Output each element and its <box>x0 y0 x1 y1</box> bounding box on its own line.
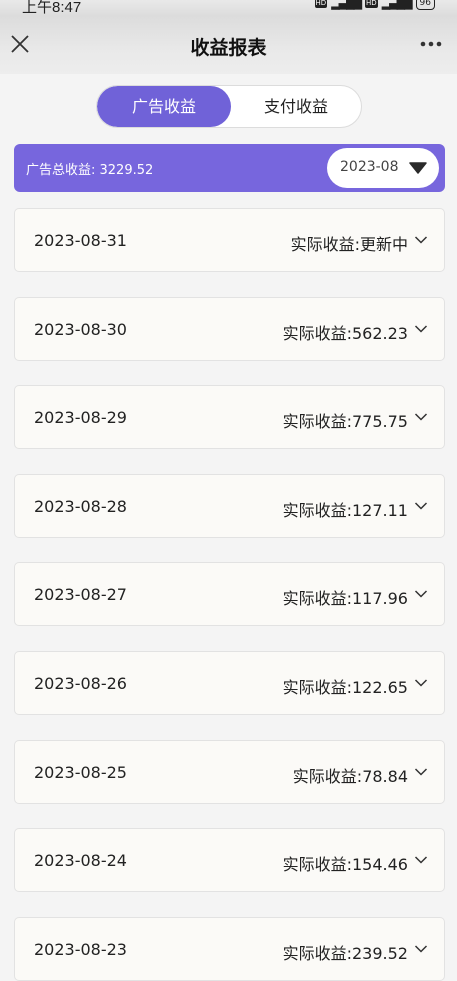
chevron-down-icon <box>414 945 428 953</box>
hd-icon: HD <box>314 0 328 8</box>
chevron-down-icon <box>414 413 428 421</box>
month-value: 2023-08 <box>340 159 399 175</box>
row-date: 2023-08-27 <box>34 585 127 604</box>
header: 收益报表 <box>0 16 457 74</box>
battery-icon: 96 <box>415 0 435 10</box>
chevron-down-icon <box>414 679 428 687</box>
row-income: 实际收益:117.96 <box>282 589 408 608</box>
row-date: 2023-08-25 <box>34 763 127 782</box>
status-bar: 上午8:47 HD ▂▄▆█ HD ▂▄▆█ 96 <box>0 0 457 16</box>
row-date: 2023-08-24 <box>34 851 127 870</box>
row-income: 实际收益:775.75 <box>282 412 408 431</box>
summary-bar: 广告总收益: 3229.52 2023-08 <box>14 144 445 192</box>
list-item[interactable]: 2023-08-25 实际收益:78.84 <box>14 740 445 804</box>
row-income: 实际收益:239.52 <box>282 944 408 963</box>
page-title: 收益报表 <box>190 37 267 59</box>
list-item[interactable]: 2023-08-24 实际收益:154.46 <box>14 828 445 892</box>
tab-ad-income[interactable]: 广告收益 <box>97 86 231 127</box>
row-income: 实际收益:562.23 <box>282 324 408 343</box>
status-icons: HD ▂▄▆█ HD ▂▄▆█ 96 <box>314 0 435 10</box>
list-item[interactable]: 2023-08-27 实际收益:117.96 <box>14 562 445 626</box>
tab-payment-income[interactable]: 支付收益 <box>231 86 361 127</box>
more-icon[interactable] <box>419 34 443 54</box>
list-item[interactable]: 2023-08-30 实际收益:562.23 <box>14 297 445 361</box>
list-item[interactable]: 2023-08-23 实际收益:239.52 <box>14 917 445 981</box>
row-date: 2023-08-28 <box>34 497 127 516</box>
signal-icon: ▂▄▆█ <box>331 0 362 10</box>
chevron-down-icon <box>414 325 428 333</box>
list-item[interactable]: 2023-08-26 实际收益:122.65 <box>14 651 445 715</box>
row-date: 2023-08-26 <box>34 674 127 693</box>
list-item[interactable]: 2023-08-28 实际收益:127.11 <box>14 474 445 538</box>
month-select[interactable]: 2023-08 <box>327 148 439 188</box>
chevron-down-icon <box>414 590 428 598</box>
row-income: 实际收益:78.84 <box>292 767 408 786</box>
row-date: 2023-08-29 <box>34 408 127 427</box>
row-income: 实际收益:更新中 <box>290 235 408 254</box>
total-income-label: 广告总收益: 3229.52 <box>26 163 154 178</box>
chevron-down-icon <box>414 502 428 510</box>
row-date: 2023-08-30 <box>34 320 127 339</box>
hd-icon-2: HD <box>365 0 378 8</box>
row-date: 2023-08-23 <box>34 940 127 959</box>
list-item[interactable]: 2023-08-31 实际收益:更新中 <box>14 208 445 272</box>
list-item[interactable]: 2023-08-29 实际收益:775.75 <box>14 385 445 449</box>
tab-switcher: 广告收益 支付收益 <box>96 85 362 128</box>
chevron-down-icon <box>414 768 428 776</box>
row-income: 实际收益:127.11 <box>282 501 408 520</box>
chevron-down-icon <box>414 236 428 244</box>
row-income: 实际收益:154.46 <box>282 855 408 874</box>
chevron-down-icon <box>414 856 428 864</box>
status-time: 上午8:47 <box>22 0 82 16</box>
caret-down-icon <box>409 162 427 174</box>
row-income: 实际收益:122.65 <box>282 678 408 697</box>
signal-icon-2: ▂▄▆█ <box>381 0 413 10</box>
row-date: 2023-08-31 <box>34 231 127 250</box>
